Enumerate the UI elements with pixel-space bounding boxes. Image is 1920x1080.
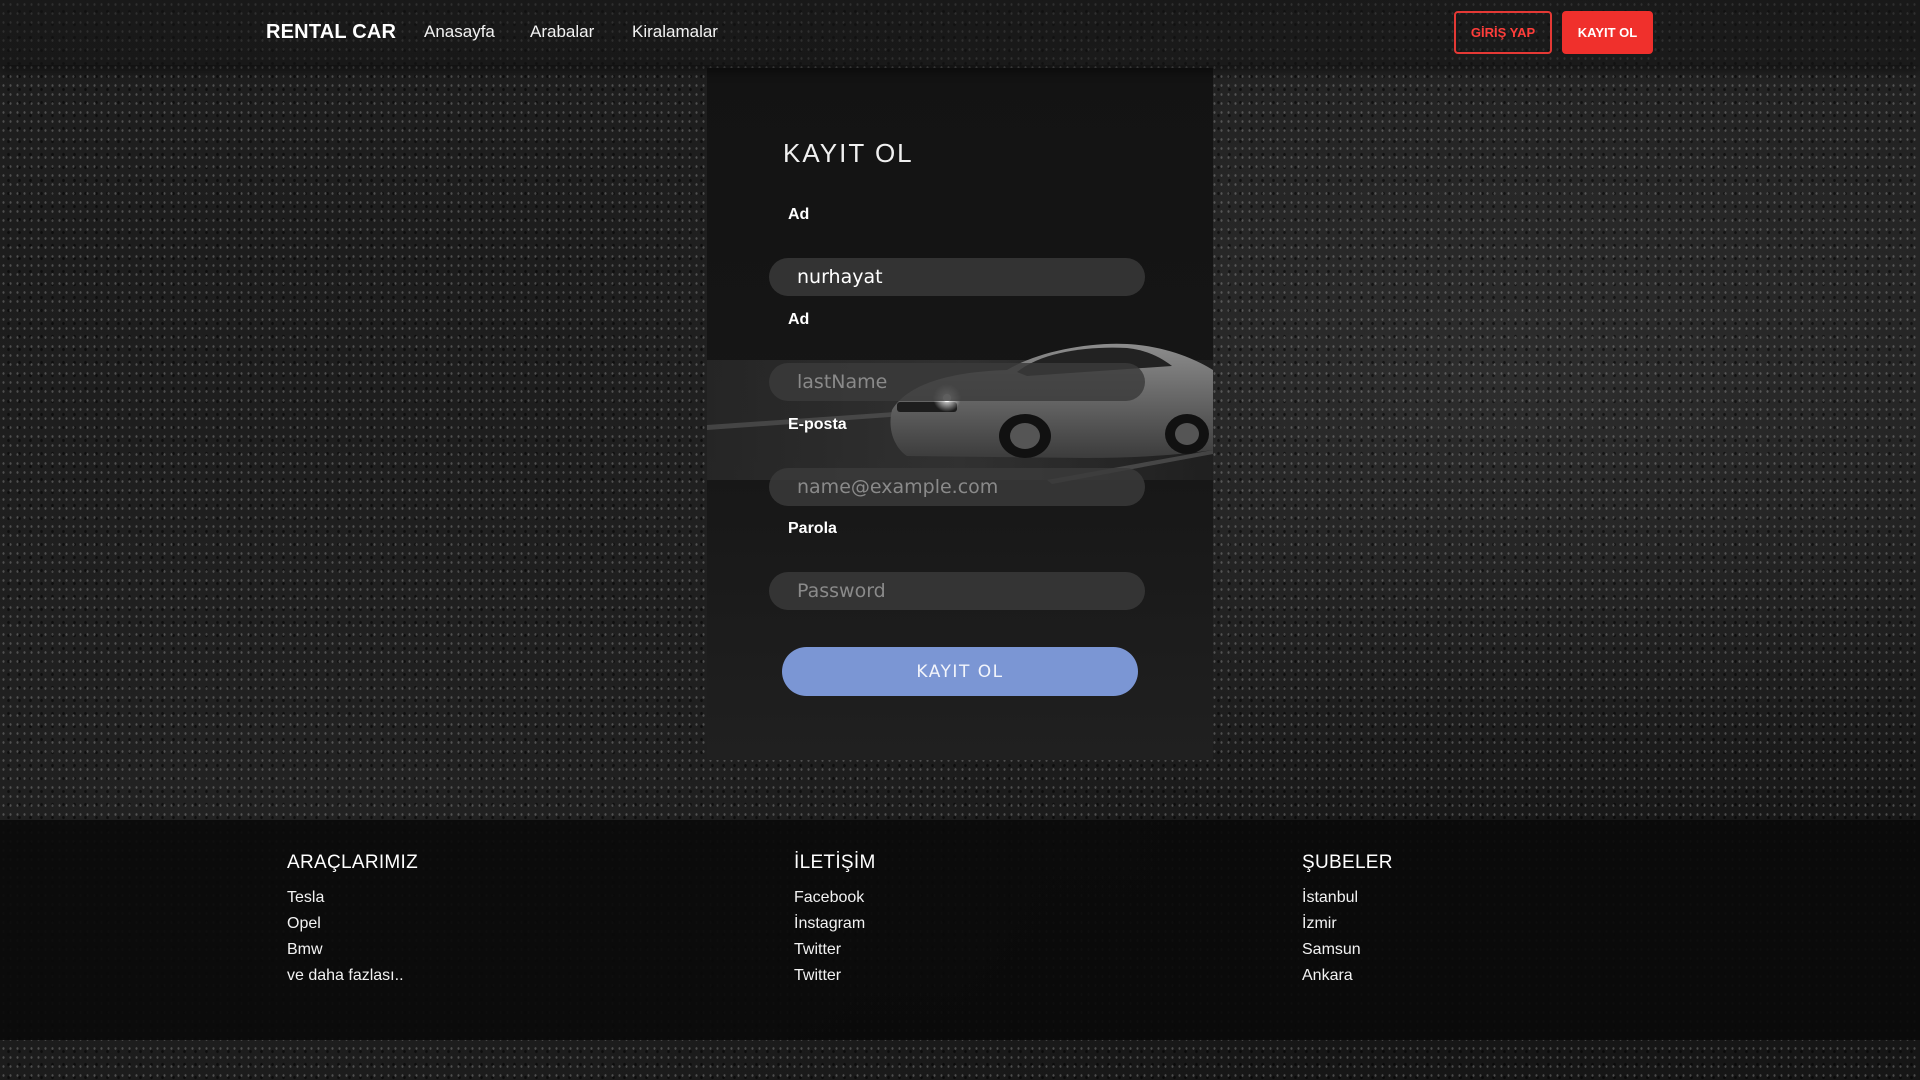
navbar: RENTAL CAR Anasayfa Arabalar Kiralamalar… [0,0,1920,65]
password-label: Parola [788,520,837,537]
login-button[interactable]: GİRİŞ YAP [1454,11,1552,54]
nav-link-kiralamalar[interactable]: Kiralamalar [632,22,718,42]
first-name-label: Ad [788,206,810,223]
brand-logo[interactable]: RENTAL CAR [266,21,396,44]
register-form-card: KAYIT OL Ad Ad E-posta Parola KAYIT OL [707,68,1213,760]
footer-link[interactable]: Twitter [794,937,876,963]
footer-link[interactable]: İnstagram [794,911,876,937]
footer-link[interactable]: Opel [287,911,418,937]
register-submit-button[interactable]: KAYIT OL [782,647,1138,696]
footer-column-contact: İLETİŞİM Facebook İnstagram Twitter Twit… [794,852,876,989]
nav-link-anasayfa[interactable]: Anasayfa [424,22,495,42]
footer-link[interactable]: ve daha fazlası.. [287,963,418,989]
footer: ARAÇLARIMIZ Tesla Opel Bmw ve daha fazla… [0,820,1920,1040]
footer-heading-contact: İLETİŞİM [794,852,876,873]
first-name-input[interactable] [769,258,1145,296]
form-title: KAYIT OL [783,138,914,168]
last-name-label: Ad [788,311,810,328]
nav-link-arabalar[interactable]: Arabalar [530,22,594,42]
register-button[interactable]: KAYIT OL [1562,11,1653,54]
footer-heading-vehicles: ARAÇLARIMIZ [287,852,419,873]
footer-link[interactable]: Twitter [794,963,876,989]
footer-link[interactable]: Ankara [1302,963,1393,989]
footer-link[interactable]: Samsun [1302,937,1393,963]
email-input[interactable] [769,468,1145,506]
password-input[interactable] [769,572,1145,610]
last-name-input[interactable] [769,363,1145,401]
footer-link[interactable]: İzmir [1302,911,1393,937]
email-label: E-posta [788,416,847,433]
footer-link[interactable]: Bmw [287,937,418,963]
footer-link[interactable]: Tesla [287,885,418,911]
footer-column-branches: ŞUBELER İstanbul İzmir Samsun Ankara [1302,852,1393,989]
footer-heading-branches: ŞUBELER [1302,852,1393,873]
footer-link[interactable]: İstanbul [1302,885,1393,911]
footer-link[interactable]: Facebook [794,885,876,911]
footer-column-vehicles: ARAÇLARIMIZ Tesla Opel Bmw ve daha fazla… [287,852,418,989]
